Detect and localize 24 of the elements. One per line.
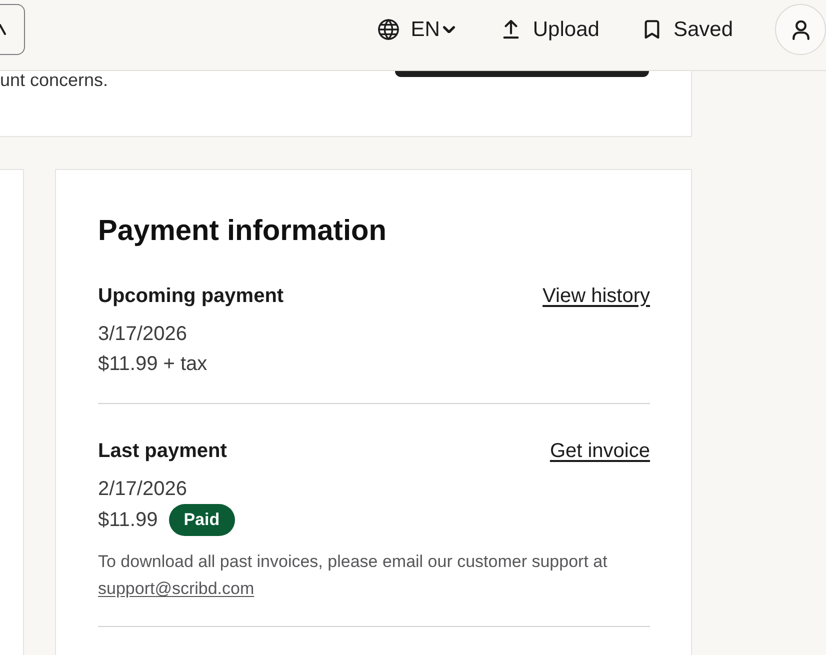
status-badge: Paid — [168, 504, 235, 536]
invoice-note: To download all past invoices, please email our customer support at support@scribd.com — [98, 551, 608, 600]
bookmark-icon — [643, 20, 662, 39]
avatar-button[interactable] — [775, 4, 826, 55]
saved-button[interactable]: Saved — [643, 16, 733, 42]
chevron-down-icon — [442, 26, 455, 33]
payment-heading: Upcoming payment — [98, 284, 284, 309]
upload-icon — [500, 20, 521, 39]
email-link[interactable]: support@scribd.com — [98, 579, 254, 598]
language-button[interactable]: EN — [378, 16, 455, 42]
section-link[interactable]: View history — [542, 283, 650, 309]
search-icon — [0, 24, 6, 35]
section-link[interactable]: Get invoice — [550, 438, 650, 464]
account-text: unt concerns. — [0, 71, 108, 89]
payment-heading: Last payment — [98, 439, 227, 464]
upload-button[interactable]: Upload — [500, 16, 600, 42]
payment-amount: $11.99 + tax — [98, 352, 208, 377]
section-title: Payment information — [98, 214, 388, 249]
payment-date: 3/17/2026 — [98, 322, 188, 347]
search-button[interactable] — [0, 4, 25, 55]
person-icon — [790, 20, 810, 40]
globe-icon — [378, 19, 399, 40]
payment-date: 2/17/2026 — [98, 477, 188, 502]
payment-amount: $11.99 — [98, 508, 158, 533]
